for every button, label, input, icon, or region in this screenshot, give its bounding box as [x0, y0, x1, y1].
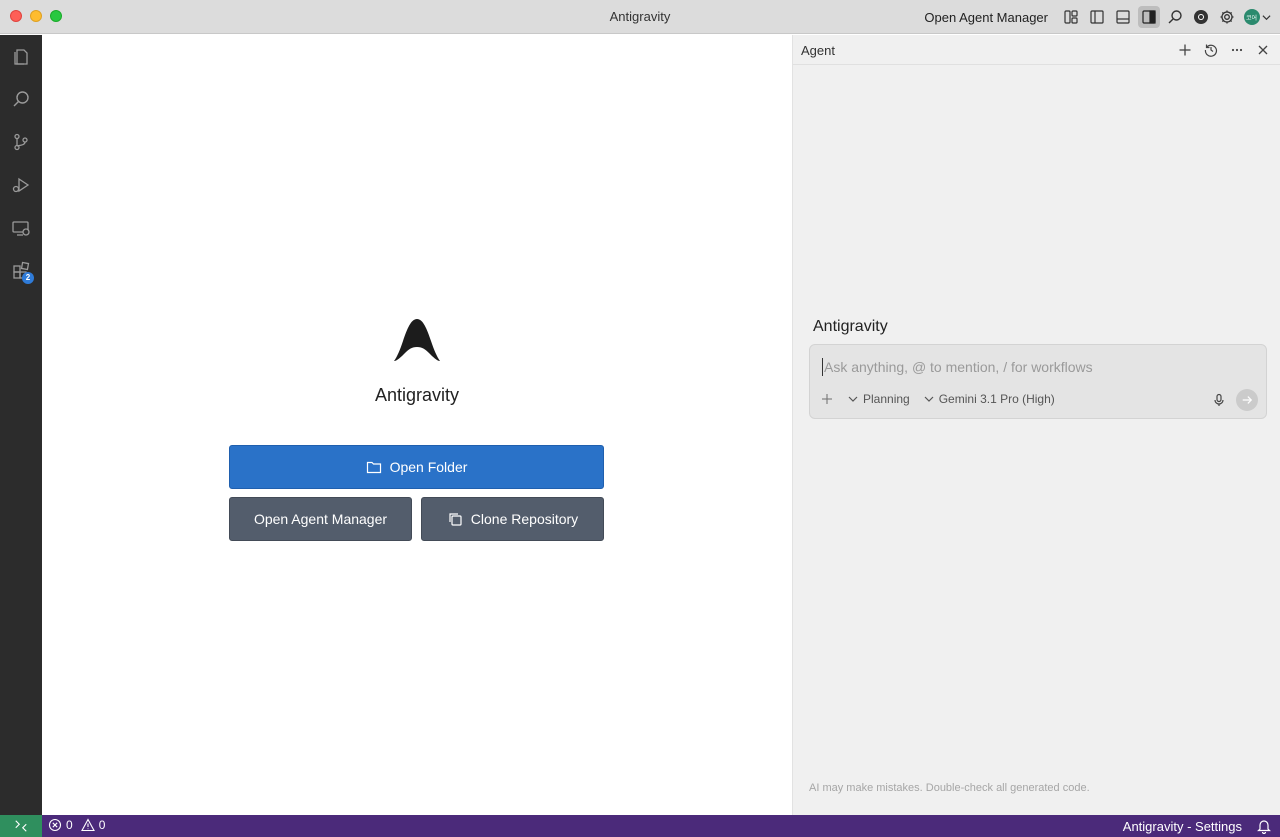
copy-icon [449, 513, 462, 526]
chrome-icon[interactable] [1190, 6, 1212, 28]
new-chat-icon[interactable] [1174, 39, 1196, 61]
agent-actions [1174, 39, 1274, 61]
agent-panel-title: Agent [801, 43, 835, 58]
open-agent-manager-button[interactable]: Open Agent Manager [229, 497, 412, 541]
zoom-window-button[interactable] [50, 10, 62, 22]
remote-indicator[interactable] [0, 815, 42, 837]
folder-icon [366, 461, 381, 474]
mode-label: Planning [863, 392, 910, 406]
problems-indicator[interactable]: 0 0 [48, 818, 105, 832]
close-window-button[interactable] [10, 10, 22, 22]
explorer-icon[interactable] [0, 35, 42, 77]
activity-bar: 2 [0, 35, 42, 815]
open-agent-manager-label: Open Agent Manager [253, 511, 388, 527]
ai-disclaimer: AI may make mistakes. Double-check all g… [809, 782, 1090, 794]
chevron-down-icon [924, 396, 934, 402]
open-agent-manager-link[interactable]: Open Agent Manager [924, 10, 1048, 25]
chevron-down-icon [848, 396, 858, 402]
close-icon[interactable] [1252, 39, 1274, 61]
add-context-button[interactable] [820, 392, 834, 406]
extensions-badge: 2 [22, 272, 34, 284]
toggle-primary-sidebar-icon[interactable] [1086, 6, 1108, 28]
agent-prompt-input[interactable] [822, 358, 1242, 376]
microphone-icon[interactable] [1210, 391, 1228, 409]
account-menu[interactable]: 코어 [1242, 6, 1272, 28]
antigravity-logo-icon [394, 319, 440, 361]
gear-icon[interactable] [1216, 6, 1238, 28]
error-count: 0 [66, 818, 73, 832]
warning-count: 0 [98, 818, 106, 832]
open-folder-button[interactable]: Open Folder [229, 445, 604, 489]
title-bar: Antigravity Open Agent Manager 코어 [0, 0, 1280, 34]
search-icon[interactable] [0, 78, 42, 120]
input-toolbar: Planning Gemini 3.1 Pro (High) [820, 392, 1055, 406]
remote-icon [15, 820, 27, 832]
history-icon[interactable] [1200, 39, 1222, 61]
source-control-icon[interactable] [0, 121, 42, 163]
plus-icon [822, 394, 832, 404]
layout-icon[interactable] [1060, 6, 1082, 28]
agent-panel: Agent Antigravity Planning [792, 35, 1280, 815]
model-label: Gemini 3.1 Pro (High) [938, 392, 1055, 406]
mode-dropdown[interactable]: Planning [848, 392, 910, 406]
bell-icon[interactable] [1256, 818, 1272, 834]
warning-icon [80, 818, 95, 832]
open-folder-label: Open Folder [389, 459, 468, 475]
chevron-down-icon [1261, 14, 1271, 20]
toggle-panel-icon[interactable] [1112, 6, 1134, 28]
avatar: 코어 [1243, 9, 1260, 25]
search-icon[interactable] [1164, 6, 1186, 28]
clone-repository-button[interactable]: Clone Repository [421, 497, 604, 541]
settings-status-item[interactable]: Antigravity - Settings [1123, 819, 1242, 834]
model-dropdown[interactable]: Gemini 3.1 Pro (High) [924, 392, 1055, 406]
agent-heading: Antigravity [813, 318, 888, 335]
welcome-editor: Antigravity Open Folder Open Agent Manag… [42, 35, 792, 815]
clone-repository-label: Clone Repository [470, 511, 579, 527]
toggle-secondary-sidebar-icon[interactable] [1138, 6, 1160, 28]
minimize-window-button[interactable] [30, 10, 42, 22]
arrow-right-icon [1242, 396, 1253, 404]
more-options-icon[interactable] [1226, 39, 1248, 61]
remote-explorer-icon[interactable] [0, 207, 42, 249]
run-debug-icon[interactable] [0, 164, 42, 206]
agent-input-box: Planning Gemini 3.1 Pro (High) [809, 344, 1267, 419]
status-bar: 0 0 Antigravity - Settings [0, 815, 1280, 837]
send-button[interactable] [1236, 389, 1258, 411]
extensions-icon[interactable]: 2 [0, 250, 42, 292]
title-bar-actions: Open Agent Manager 코어 [924, 5, 1272, 29]
agent-header: Agent [793, 35, 1280, 65]
error-icon [48, 818, 62, 832]
welcome-title: Antigravity [374, 385, 460, 405]
